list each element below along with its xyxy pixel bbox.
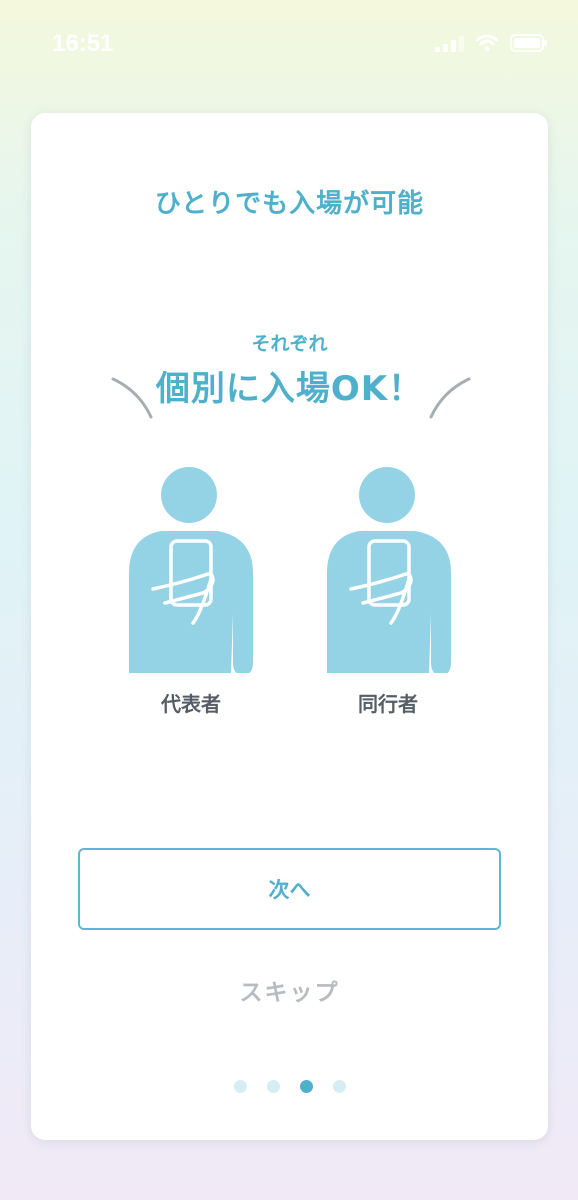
page-indicator — [31, 1080, 548, 1093]
page-dot-active[interactable] — [299, 1080, 313, 1093]
status-time: 16:51 — [52, 30, 114, 57]
page-dot[interactable] — [332, 1080, 346, 1093]
skip-link[interactable]: スキップ — [31, 973, 548, 1007]
onboarding-card: ひとりでも入場が可能 それぞれ 個別に入場OK！ 代表者 同行者 次へ スキップ — [31, 113, 548, 1140]
person-with-phone-icon — [129, 467, 253, 673]
emphasis-line-left-icon — [111, 377, 153, 419]
person-label-companion: 同行者 — [358, 692, 418, 716]
illustration: それぞれ 個別に入場OK！ 代表者 同行者 — [31, 313, 548, 733]
page-title: ひとりでも入場が可能 — [154, 189, 425, 219]
battery-icon — [510, 34, 548, 52]
person-with-phone-icon — [327, 467, 451, 673]
page-dot[interactable] — [233, 1080, 247, 1093]
illustration-caption: それぞれ — [251, 333, 328, 355]
emphasis-line-right-icon — [429, 377, 471, 419]
page-dot[interactable] — [266, 1080, 280, 1093]
person-label-representative: 代表者 — [161, 692, 221, 716]
next-button[interactable]: 次へ — [78, 848, 501, 930]
cellular-signal-icon — [435, 34, 464, 52]
wifi-icon — [476, 34, 498, 52]
status-icons — [435, 34, 548, 52]
status-bar: 16:51 — [0, 0, 578, 90]
